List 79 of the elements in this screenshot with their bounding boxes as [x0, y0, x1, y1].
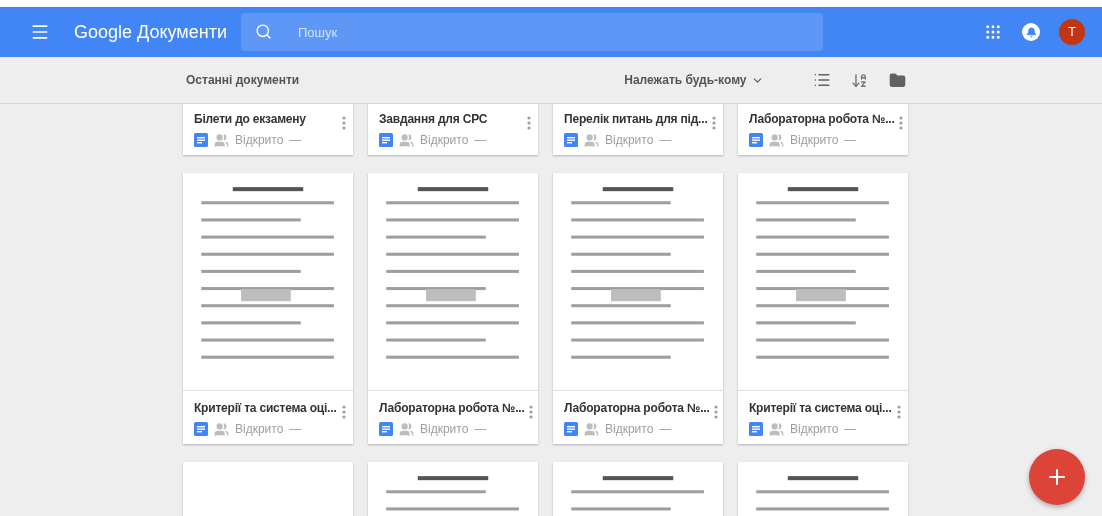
status-text: Відкрито: [605, 421, 654, 438]
document-icon: [194, 133, 208, 147]
sort-az-icon: [850, 71, 868, 89]
more-icon: [528, 405, 533, 419]
document-card[interactable]: Перелік питань для під... Відкрито —: [553, 104, 723, 155]
status-text: Відкрито: [420, 421, 469, 438]
status-text: Відкрито: [790, 132, 839, 149]
document-title: Перелік питань для під...: [564, 111, 708, 127]
status-text: Відкрито: [790, 421, 839, 438]
notifications-button[interactable]: [1022, 23, 1040, 41]
more-icon: [898, 116, 903, 130]
document-card[interactable]: Білети до екзамену Відкрито —: [183, 104, 353, 155]
menu-button[interactable]: [30, 22, 50, 42]
people-icon: [214, 132, 229, 148]
people-icon: [769, 421, 784, 437]
folder-button[interactable]: [888, 71, 906, 89]
document-title: Лабораторна робота №...: [379, 400, 525, 416]
list-view-button[interactable]: [812, 71, 831, 89]
status-text: Відкрито: [420, 132, 469, 149]
status-text: Відкрито: [235, 421, 284, 438]
apps-icon: [984, 23, 1002, 41]
document-card[interactable]: Завдання для СРС Відкрито —: [368, 104, 538, 155]
modified-text: —: [844, 132, 857, 149]
owner-filter[interactable]: Належать будь-кому: [624, 71, 764, 89]
more-icon: [713, 405, 718, 419]
create-button[interactable]: [1029, 449, 1085, 505]
more-options-button[interactable]: [342, 405, 346, 419]
people-icon: [584, 132, 599, 148]
people-icon: [584, 421, 599, 437]
search-icon: [254, 23, 272, 40]
more-options-button[interactable]: [713, 405, 718, 419]
status-text: Відкрито: [605, 132, 654, 149]
document-title: Критерії та система оці...: [749, 400, 892, 416]
more-options-button[interactable]: [528, 405, 533, 419]
document-card[interactable]: Лабораторна робота №... Відкрито —: [738, 104, 908, 155]
more-icon: [712, 116, 716, 130]
modified-text: —: [289, 421, 302, 438]
people-icon: [214, 421, 229, 437]
sort-button[interactable]: [850, 71, 868, 89]
apps-button[interactable]: [984, 23, 1002, 41]
document-icon: [749, 133, 763, 147]
document-icon: [379, 133, 393, 147]
modified-text: —: [289, 132, 302, 149]
document-icon: [564, 422, 578, 436]
more-icon: [342, 116, 346, 130]
people-icon: [769, 132, 784, 148]
people-icon: [399, 132, 414, 148]
document-title: Білети до екзамену: [194, 111, 306, 127]
document-icon: [194, 422, 208, 436]
more-options-button[interactable]: [712, 116, 716, 130]
more-options-button[interactable]: [898, 116, 903, 130]
section-title: Останні документи: [186, 72, 300, 89]
bell-icon: [1025, 26, 1037, 38]
more-icon: [897, 405, 901, 419]
people-icon: [399, 421, 414, 437]
document-icon: [749, 422, 763, 436]
menu-icon: [30, 22, 50, 42]
app-title: Google Документи: [74, 20, 227, 44]
more-options-button[interactable]: [527, 116, 531, 130]
document-title: Критерії та система оці...: [194, 400, 337, 416]
document-title: Лабораторна робота №...: [749, 111, 895, 127]
more-icon: [342, 405, 346, 419]
document-icon: [379, 422, 393, 436]
folder-icon: [888, 71, 906, 89]
avatar[interactable]: T: [1059, 19, 1085, 45]
document-icon: [564, 133, 578, 147]
modified-text: —: [659, 132, 672, 149]
more-options-button[interactable]: [897, 405, 901, 419]
document-title: Завдання для СРС: [379, 111, 488, 127]
list-icon: [812, 71, 831, 89]
more-icon: [527, 116, 531, 130]
search-field[interactable]: Пошук: [240, 13, 823, 51]
modified-text: —: [844, 421, 857, 438]
modified-text: —: [474, 421, 487, 438]
more-options-button[interactable]: [342, 116, 346, 130]
modified-text: —: [474, 132, 487, 149]
status-text: Відкрито: [235, 132, 284, 149]
modified-text: —: [659, 421, 672, 438]
document-title: Лабораторна робота №...: [564, 400, 710, 416]
